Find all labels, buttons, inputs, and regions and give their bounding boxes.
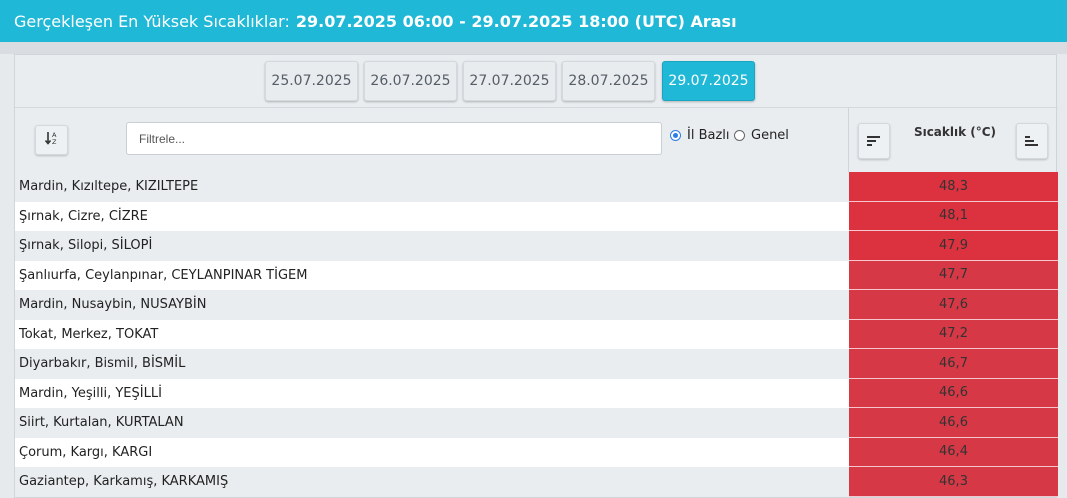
table-row: Gaziantep, Karkamış, KARKAMIŞ 46,3 bbox=[15, 467, 1058, 497]
date-selector: 25.07.2025 26.07.2025 27.07.2025 28.07.2… bbox=[15, 55, 1058, 107]
table-row: Tokat, Merkez, TOKAT 47,2 bbox=[15, 319, 1058, 349]
radio-checked-icon bbox=[670, 130, 681, 141]
scope-radio-il-bazli[interactable]: İl Bazlı bbox=[670, 128, 730, 143]
sort-asc-icon bbox=[1025, 132, 1039, 151]
table-row: Mardin, Nusaybin, NUSAYBİN 47,6 bbox=[15, 290, 1058, 320]
station-table: Mardin, Kızıltepe, KIZILTEPE 48,3 Şırnak, … bbox=[15, 172, 1058, 497]
header-date-range: 29.07.2025 06:00 - 29.07.2025 18:00 (UTC… bbox=[295, 11, 737, 31]
svg-text:Z: Z bbox=[52, 138, 57, 146]
station-name: Şırnak, Cizre, CİZRE bbox=[19, 208, 148, 224]
table-row: Diyarbakır, Bismil, BİSMİL 46,7 bbox=[15, 349, 1058, 379]
column-divider bbox=[848, 107, 849, 173]
table-row: Çorum, Kargı, KARGI 46,4 bbox=[15, 437, 1058, 467]
temperature-column-header: Sıcaklık (°C) bbox=[913, 125, 997, 139]
sort-alpha-button[interactable]: A Z bbox=[35, 125, 68, 155]
temperature-value: 47,7 bbox=[849, 260, 1058, 290]
temperature-value: 47,6 bbox=[849, 290, 1058, 320]
temperature-value: 46,4 bbox=[849, 437, 1058, 467]
temperature-value: 46,6 bbox=[849, 378, 1058, 408]
temperature-value: 46,6 bbox=[849, 408, 1058, 438]
page-header: Gerçekleşen En Yüksek Sıcaklıklar: 29.07… bbox=[0, 0, 1067, 42]
station-name: Mardin, Kızıltepe, KIZILTEPE bbox=[19, 179, 199, 195]
temperature-value: 46,3 bbox=[849, 467, 1058, 497]
station-name: Gaziantep, Karkamış, KARKAMIŞ bbox=[19, 474, 229, 490]
station-name: Tokat, Merkez, TOKAT bbox=[19, 326, 159, 342]
station-name: Mardin, Yeşilli, YEŞİLLİ bbox=[19, 385, 162, 401]
station-name: Şırnak, Silopi, SİLOPİ bbox=[19, 238, 153, 254]
table-controls: A Z İl Bazlı Genel Sıcaklık (°C) bbox=[15, 107, 1058, 173]
date-button-2[interactable]: 26.07.2025 bbox=[364, 61, 457, 101]
date-button-4[interactable]: 28.07.2025 bbox=[562, 61, 655, 101]
date-button-3[interactable]: 27.07.2025 bbox=[463, 61, 556, 101]
table-row: Mardin, Yeşilli, YEŞİLLİ 46,6 bbox=[15, 378, 1058, 408]
sort-descending-button[interactable] bbox=[858, 123, 890, 159]
header-divider bbox=[0, 42, 1067, 54]
sort-ascending-button[interactable] bbox=[1016, 123, 1048, 159]
table-row: Mardin, Kızıltepe, KIZILTEPE 48,3 bbox=[15, 172, 1058, 202]
station-name: Çorum, Kargı, KARGI bbox=[19, 444, 153, 460]
station-name: Şanlıurfa, Ceylanpınar, CEYLANPINAR TİGE… bbox=[19, 267, 308, 283]
temperature-value: 47,2 bbox=[849, 319, 1058, 349]
temperature-value: 48,3 bbox=[849, 172, 1058, 202]
table-row: Siirt, Kurtalan, KURTALAN 46,6 bbox=[15, 408, 1058, 438]
station-name: Siirt, Kurtalan, KURTALAN bbox=[19, 415, 184, 431]
table-row: Şırnak, Silopi, SİLOPİ 47,9 bbox=[15, 231, 1058, 261]
scope-option-1-label: İl Bazlı bbox=[687, 128, 730, 143]
table-row: Şırnak, Cizre, CİZRE 48,1 bbox=[15, 201, 1058, 231]
radio-unchecked-icon bbox=[734, 130, 745, 141]
date-button-1[interactable]: 25.07.2025 bbox=[265, 61, 358, 101]
station-name: Mardin, Nusaybin, NUSAYBİN bbox=[19, 297, 207, 313]
sort-alpha-icon: A Z bbox=[44, 130, 60, 150]
scope-radio-genel[interactable]: Genel bbox=[734, 128, 789, 143]
table-row: Şanlıurfa, Ceylanpınar, CEYLANPINAR TİGE… bbox=[15, 260, 1058, 290]
temperature-value: 47,9 bbox=[849, 231, 1058, 261]
scope-option-2-label: Genel bbox=[751, 128, 789, 143]
date-button-5-active[interactable]: 29.07.2025 bbox=[662, 61, 755, 101]
station-name: Diyarbakır, Bismil, BİSMİL bbox=[19, 356, 186, 372]
temperature-value: 46,7 bbox=[849, 349, 1058, 379]
temperature-value: 48,1 bbox=[849, 201, 1058, 231]
filter-input[interactable] bbox=[126, 122, 662, 155]
results-panel: 25.07.2025 26.07.2025 27.07.2025 28.07.2… bbox=[14, 54, 1058, 498]
sort-desc-icon bbox=[867, 132, 881, 151]
header-label: Gerçekleşen En Yüksek Sıcaklıklar: bbox=[14, 11, 290, 31]
